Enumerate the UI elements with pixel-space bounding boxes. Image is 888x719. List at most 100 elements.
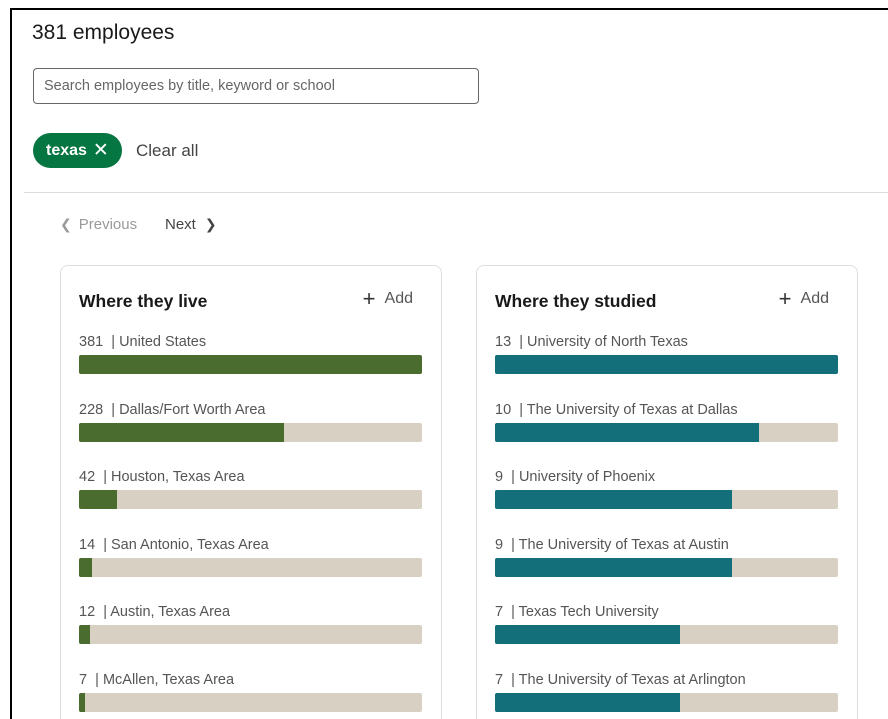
facet-count: 10	[495, 401, 512, 418]
separator: |	[95, 604, 111, 621]
facet-count: 7	[79, 672, 88, 688]
bar-fill	[79, 490, 117, 510]
facet-row-label: 12 | Austin, Texas Area	[79, 604, 423, 620]
clear-all-button[interactable]: Clear all	[136, 141, 198, 161]
facet-count: 13	[495, 334, 512, 350]
facet-row[interactable]: 7 | Texas Tech University	[495, 604, 839, 645]
facet-name: Dallas/Fort Worth Area	[119, 401, 266, 418]
facet-row[interactable]: 381 | United States	[79, 334, 423, 374]
bar-track[interactable]	[79, 490, 422, 510]
card-title: Where they studied	[495, 291, 657, 311]
card-title: Where they live	[79, 291, 208, 311]
facet-count: 9	[495, 536, 504, 553]
facet-row[interactable]: 9 | University of Phoenix	[495, 469, 839, 510]
bar-fill	[495, 355, 838, 374]
facet-count: 381	[79, 334, 104, 350]
divider	[24, 192, 888, 193]
plus-icon: +	[362, 286, 376, 311]
bar-track[interactable]	[79, 693, 422, 712]
facet-row-label: 7 | Texas Tech University	[495, 604, 839, 620]
facet-row-label: 10 | The University of Texas at Dallas	[495, 402, 839, 418]
next-label: Next	[165, 216, 196, 233]
facet-row[interactable]: 14 | San Antonio, Texas Area	[79, 537, 423, 577]
facet-row[interactable]: 7 | McAllen, Texas Area	[79, 672, 423, 712]
facet-count: 14	[79, 536, 96, 553]
bar-fill	[495, 490, 733, 510]
employees-panel: 381 employees texas ✕ Clear all ❮ Previo…	[10, 8, 888, 719]
next-button[interactable]: Next ❯	[165, 216, 217, 233]
bar-track[interactable]	[495, 355, 838, 374]
facet-name: San Antonio, Texas Area	[111, 536, 269, 553]
separator: |	[503, 536, 519, 553]
add-button[interactable]: + Add	[779, 288, 829, 310]
bar-fill	[495, 625, 680, 645]
bar-track[interactable]	[495, 693, 838, 712]
bar-track[interactable]	[495, 490, 838, 510]
facet-row-label: 7 | The University of Texas at Arlington	[495, 672, 839, 688]
separator: |	[511, 334, 527, 350]
facet-name: University of North Texas	[527, 334, 688, 350]
facet-name: The University of Texas at Arlington	[518, 672, 746, 688]
close-icon[interactable]: ✕	[93, 141, 109, 160]
facet-count: 7	[495, 604, 504, 621]
facet-row[interactable]: 228 | Dallas/Fort Worth Area	[79, 402, 423, 442]
separator: |	[103, 334, 120, 350]
add-button[interactable]: + Add	[363, 288, 413, 310]
bar-fill	[495, 557, 733, 577]
bar-track[interactable]	[495, 625, 838, 645]
bar-fill	[79, 355, 422, 374]
facet-count: 228	[79, 401, 104, 418]
separator: |	[511, 401, 527, 418]
facet-row-label: 9 | University of Phoenix	[495, 469, 839, 485]
separator: |	[503, 469, 519, 486]
separator: |	[103, 401, 120, 418]
facet-name: United States	[119, 334, 207, 350]
separator: |	[87, 672, 103, 688]
facet-name: Texas Tech University	[518, 604, 659, 621]
chevron-left-icon: ❮	[60, 216, 72, 232]
bar-track[interactable]	[79, 422, 422, 442]
facet-row[interactable]: 10 | The University of Texas at Dallas	[495, 402, 839, 442]
previous-button[interactable]: ❮ Previous	[60, 216, 137, 233]
separator: |	[503, 672, 519, 688]
bar-fill	[495, 693, 680, 712]
facet-row-label: 14 | San Antonio, Texas Area	[79, 537, 423, 553]
bar-track[interactable]	[495, 557, 838, 577]
separator: |	[95, 536, 111, 553]
bar-track[interactable]	[79, 625, 422, 645]
bar-track[interactable]	[79, 355, 422, 374]
facet-row-label: 13 | University of North Texas	[495, 334, 839, 350]
previous-label: Previous	[78, 216, 138, 233]
bar-fill	[79, 625, 90, 645]
facet-row[interactable]: 7 | The University of Texas at Arlington	[495, 672, 839, 712]
facet-row-label: 7 | McAllen, Texas Area	[79, 672, 423, 688]
facet-name: Austin, Texas Area	[110, 604, 231, 621]
facet-row-label: 42 | Houston, Texas Area	[79, 469, 423, 485]
where-they-live-card: Where they live + Add 381 | United State…	[60, 265, 442, 719]
add-label: Add	[384, 290, 413, 307]
add-label: Add	[800, 290, 829, 307]
bar-fill	[79, 557, 92, 577]
facet-name: Houston, Texas Area	[111, 469, 245, 486]
facet-row-label: 228 | Dallas/Fort Worth Area	[79, 402, 423, 418]
facet-row[interactable]: 9 | The University of Texas at Austin	[495, 537, 839, 577]
facet-row-label: 381 | United States	[79, 334, 423, 350]
facet-count: 9	[495, 469, 504, 486]
bar-fill	[79, 422, 285, 442]
bar-track[interactable]	[495, 422, 838, 442]
filter-pill-texas[interactable]: texas ✕	[33, 133, 122, 168]
facet-name: McAllen, Texas Area	[102, 672, 235, 688]
facet-row-label: 9 | The University of Texas at Austin	[495, 537, 839, 553]
facet-row[interactable]: 13 | University of North Texas	[495, 334, 839, 374]
plus-icon: +	[778, 286, 792, 311]
facet-count: 12	[79, 604, 96, 621]
bar-track[interactable]	[79, 557, 422, 577]
where-they-studied-card: Where they studied + Add 13 | University…	[476, 265, 858, 719]
facet-count: 7	[495, 672, 504, 688]
facet-row[interactable]: 42 | Houston, Texas Area	[79, 469, 423, 510]
search-input[interactable]	[33, 68, 479, 104]
bar-fill	[495, 422, 759, 442]
facet-row[interactable]: 12 | Austin, Texas Area	[79, 604, 423, 645]
page-title: 381 employees	[32, 21, 175, 44]
facet-count: 42	[79, 469, 96, 486]
